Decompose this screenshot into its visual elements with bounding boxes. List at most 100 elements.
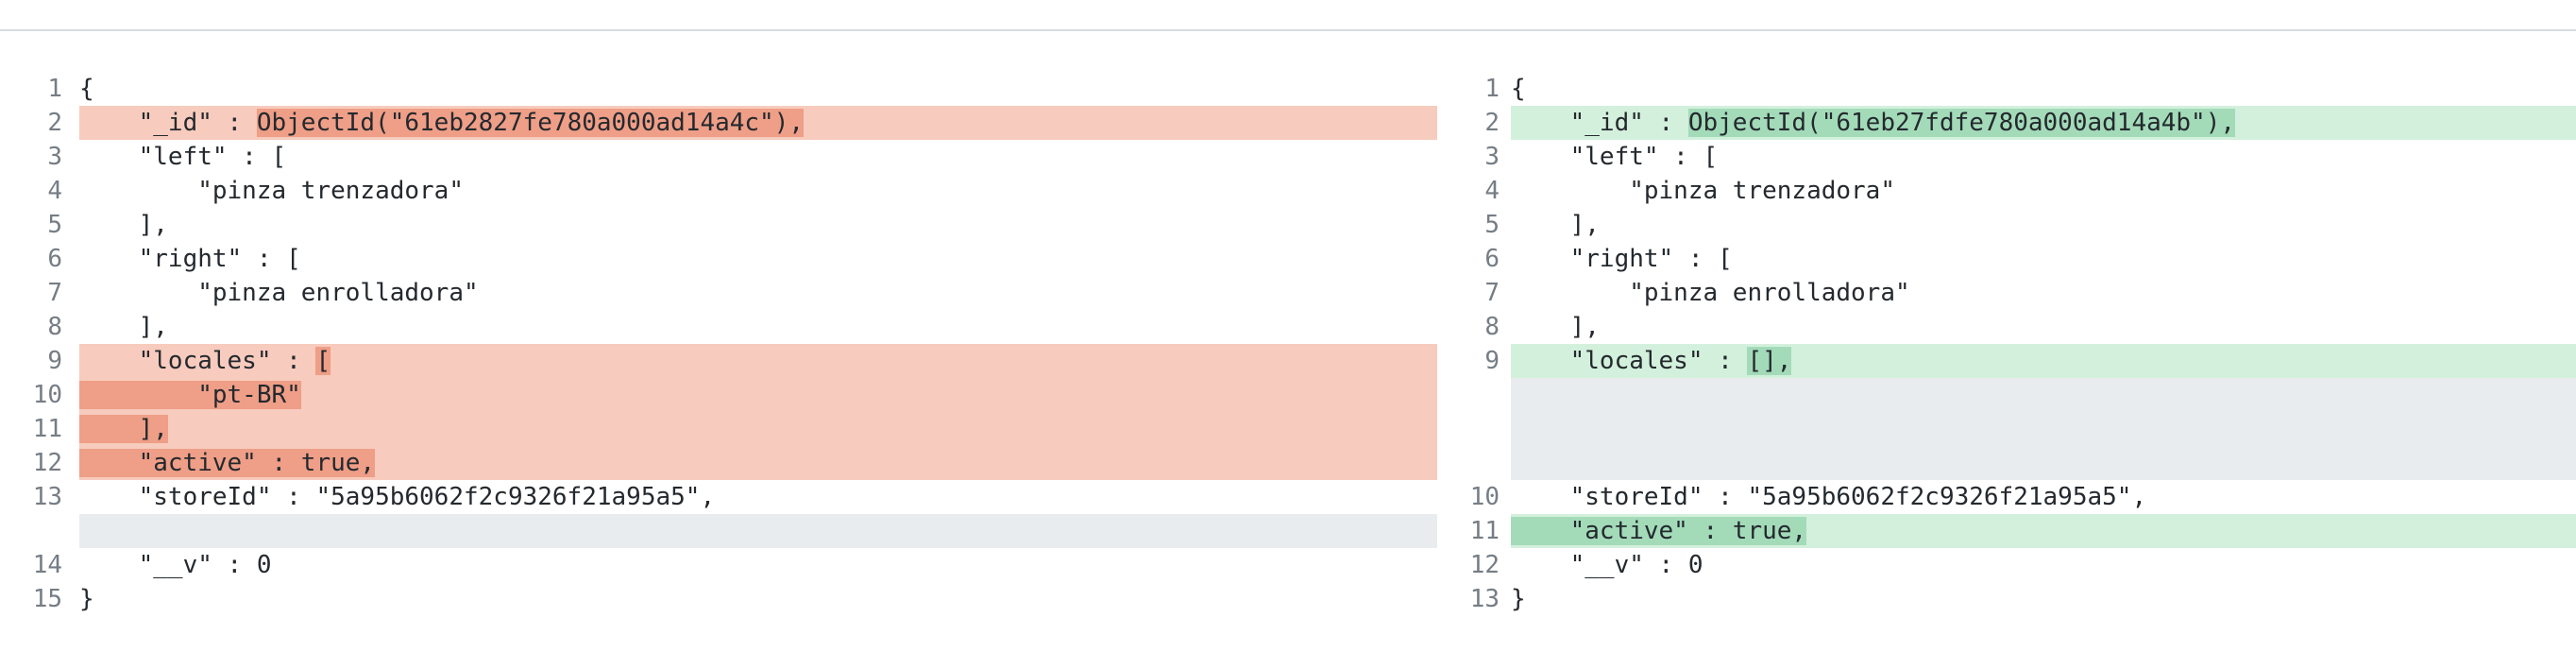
code-text: "pt-BR" [79, 378, 301, 412]
code-segment: { [79, 75, 94, 103]
diff-line-del: 11 ], [0, 412, 1437, 446]
code-area: { [1511, 72, 2576, 106]
code-segment: } [79, 585, 94, 613]
code-text: { [79, 72, 94, 106]
diff-line-normal: 13 "storeId" : "5a95b6062f2c9326f21a95a5… [0, 480, 1437, 514]
code-segment: "pinza enrolladora" [79, 279, 479, 307]
code-text: "_id" : ObjectId("61eb27fdfe780a000ad14a… [1511, 106, 2236, 140]
code-segment: "locales" : [1511, 347, 1748, 375]
code-text: "_id" : ObjectId("61eb2827fe780a000ad14a… [79, 106, 805, 140]
diff-line-del: 2 "_id" : ObjectId("61eb2827fe780a000ad1… [0, 106, 1437, 140]
diff-line-normal: 8 ], [0, 310, 1437, 344]
code-segment: ], [1511, 211, 1600, 239]
code-text: { [1511, 72, 1526, 106]
code-text: "__v" : 0 [1511, 548, 1703, 582]
code-text: "storeId" : "5a95b6062f2c9326f21a95a5", [1511, 480, 2146, 514]
code-text: "__v" : 0 [79, 548, 272, 582]
code-segment: ], [79, 211, 168, 239]
line-number: 7 [47, 279, 62, 307]
line-number: 3 [47, 143, 62, 171]
code-segment: "right" : [ [1511, 245, 1733, 273]
code-area: "right" : [ [79, 242, 1437, 276]
diff-line-normal: 10 "storeId" : "5a95b6062f2c9326f21a95a5… [1437, 480, 2576, 514]
diff-line-normal: 7 "pinza enrolladora" [0, 276, 1437, 310]
line-number: 12 [1469, 551, 1500, 579]
code-area: "pinza trenzadora" [79, 174, 1437, 208]
code-text: ], [79, 412, 168, 446]
diff-line-add: 2 "_id" : ObjectId("61eb27fdfe780a000ad1… [1437, 106, 2576, 140]
diff-line-normal: 3 "left" : [ [0, 140, 1437, 174]
code-text: "active" : true, [79, 446, 376, 480]
diff-line-normal: 8 ], [1437, 310, 2576, 344]
diff-line-del: 12 "active" : true, [0, 446, 1437, 480]
code-segment: "storeId" : "5a95b6062f2c9326f21a95a5", [1511, 483, 2147, 511]
code-segment: "right" : [ [79, 245, 301, 273]
code-segment: "left" : [ [1511, 143, 1719, 171]
code-area [1511, 412, 2576, 446]
line-number: 8 [1484, 313, 1500, 341]
code-text: ], [1511, 310, 1600, 344]
code-text: "right" : [ [1511, 242, 1733, 276]
diff-pane-left: 1{2 "_id" : ObjectId("61eb2827fe780a000a… [0, 72, 1437, 616]
code-text: } [1511, 582, 1526, 616]
inserted-text-highlight: [], [1747, 347, 1792, 375]
diff-line-add: 11 "active" : true, [1437, 514, 2576, 548]
code-area: "storeId" : "5a95b6062f2c9326f21a95a5", [79, 480, 1437, 514]
code-segment: "_id" : [79, 109, 257, 137]
diff-placeholder-line [1437, 446, 2576, 480]
code-area: } [1511, 582, 2576, 616]
code-area [1511, 378, 2576, 412]
code-text: "locales" : [ [79, 344, 331, 378]
code-area: "__v" : 0 [79, 548, 1437, 582]
code-area: "active" : true, [1511, 514, 2576, 548]
code-area [1511, 446, 2576, 480]
line-number: 1 [1484, 75, 1500, 103]
diff-line-normal: 14 "__v" : 0 [0, 548, 1437, 582]
code-area: "locales" : [], [1511, 344, 2576, 378]
code-text: "pinza trenzadora" [1511, 174, 1895, 208]
line-number: 5 [1484, 211, 1500, 239]
code-area [79, 514, 1437, 548]
line-number: 3 [1484, 143, 1500, 171]
code-text: "right" : [ [79, 242, 301, 276]
deleted-text-highlight: "pt-BR" [79, 381, 301, 409]
code-area: "locales" : [ [79, 344, 1437, 378]
code-area: ], [79, 310, 1437, 344]
code-text: "active" : true, [1511, 514, 1807, 548]
line-number: 11 [1469, 517, 1500, 545]
code-segment: } [1511, 585, 1526, 613]
code-text: "locales" : [], [1511, 344, 1792, 378]
line-number: 10 [32, 381, 62, 409]
diff-placeholder-line [1437, 412, 2576, 446]
inserted-text-highlight: ObjectId("61eb27fdfe780a000ad14a4b"), [1687, 109, 2236, 137]
code-segment: "_id" : [1511, 109, 1688, 137]
code-text: ], [1511, 208, 1600, 242]
code-area: "pinza trenzadora" [1511, 174, 2576, 208]
code-area: ], [79, 208, 1437, 242]
diff-line-normal: 3 "left" : [ [1437, 140, 2576, 174]
diff-placeholder-line [0, 514, 1437, 548]
diff-line-normal: 4 "pinza trenzadora" [1437, 174, 2576, 208]
deleted-text-highlight: [ [315, 347, 331, 375]
line-number: 9 [47, 347, 62, 375]
code-area: { [79, 72, 1437, 106]
line-number: 13 [1469, 585, 1500, 613]
diff-line-normal: 5 ], [1437, 208, 2576, 242]
line-number: 2 [1484, 109, 1500, 137]
line-number: 15 [32, 585, 62, 613]
code-area: "right" : [ [1511, 242, 2576, 276]
code-segment: "__v" : 0 [79, 551, 272, 579]
line-number: 7 [1484, 279, 1500, 307]
code-area: "pinza enrolladora" [79, 276, 1437, 310]
diff-line-del: 9 "locales" : [ [0, 344, 1437, 378]
diff-line-normal: 5 ], [0, 208, 1437, 242]
line-number: 11 [32, 415, 62, 443]
line-number: 8 [47, 313, 62, 341]
code-segment: "locales" : [79, 347, 316, 375]
code-area: "_id" : ObjectId("61eb27fdfe780a000ad14a… [1511, 106, 2576, 140]
diff-line-normal: 1{ [0, 72, 1437, 106]
code-segment: "__v" : 0 [1511, 551, 1703, 579]
diff-line-normal: 6 "right" : [ [0, 242, 1437, 276]
code-area: "pinza enrolladora" [1511, 276, 2576, 310]
code-segment: "pinza trenzadora" [79, 177, 464, 205]
